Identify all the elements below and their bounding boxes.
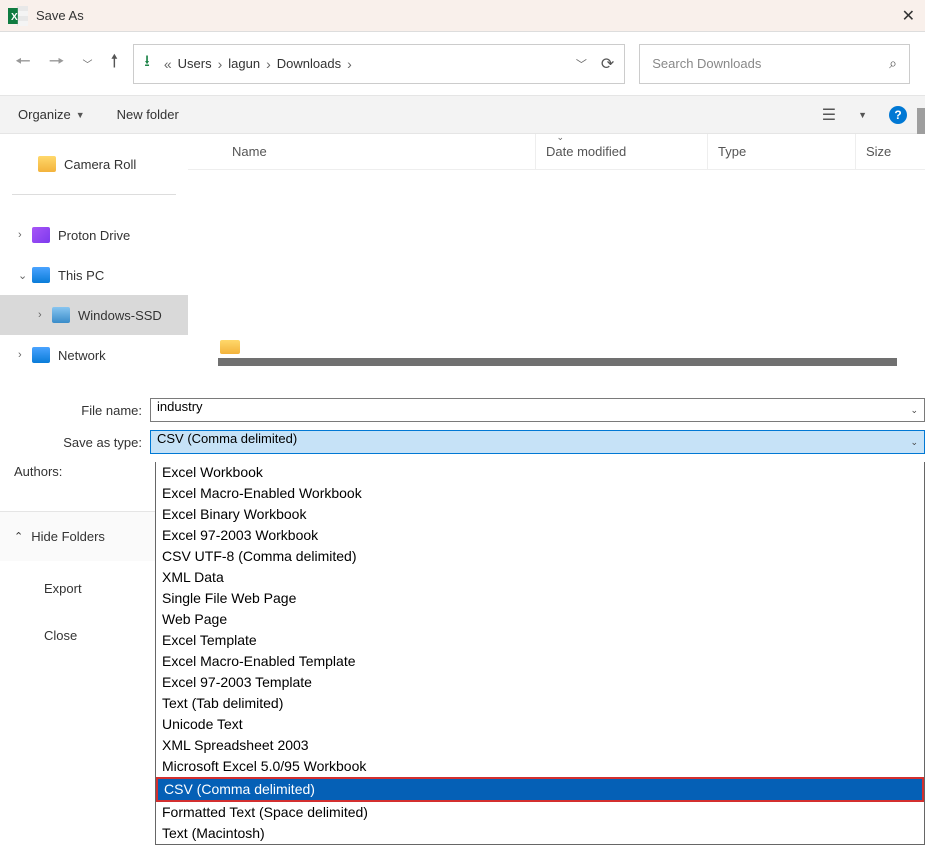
expand-icon[interactable]: › (18, 229, 32, 241)
file-type-option[interactable]: Excel Workbook (156, 462, 924, 483)
close-button[interactable]: Close (14, 628, 155, 643)
window-title: Save As (36, 8, 84, 23)
file-type-option[interactable]: Excel 97-2003 Template (156, 672, 924, 693)
proton-drive-icon (32, 227, 50, 243)
save-as-type-select[interactable]: CSV (Comma delimited) ⌄ (150, 430, 925, 454)
dropdown-icon[interactable]: ⌄ (910, 405, 918, 416)
collapse-icon[interactable]: ⌄ (18, 269, 32, 282)
hide-folders-button[interactable]: ⌃ Hide Folders (0, 511, 155, 561)
tree-item-this-pc[interactable]: ⌄ This PC (0, 255, 188, 295)
file-type-option[interactable]: CSV UTF-8 (Comma delimited) (156, 546, 924, 567)
folder-icon (38, 156, 56, 172)
view-options-icon[interactable]: ☰ (822, 105, 836, 125)
expand-icon[interactable]: › (38, 309, 52, 321)
toolbar: Organize▼ New folder ☰ ▼ ? (0, 96, 925, 134)
tree-item-windows-ssd[interactable]: › Windows-SSD (0, 295, 188, 335)
file-type-option[interactable]: Excel Template (156, 630, 924, 651)
file-type-option[interactable]: Excel Macro-Enabled Template (156, 651, 924, 672)
left-bottom-panel: Authors: ⌃ Hide Folders Export Close (0, 464, 155, 675)
up-icon[interactable]: 🠕 (111, 49, 119, 79)
export-button[interactable]: Export (14, 581, 155, 596)
column-headers: ⌄ Name Date modified Type Size (188, 134, 925, 170)
file-type-option[interactable]: Excel 97-2003 Workbook (156, 525, 924, 546)
title-bar: X Save As ✕ (0, 0, 925, 32)
help-icon[interactable]: ? (889, 106, 907, 124)
path-segment[interactable]: Downloads (277, 56, 341, 71)
chevron-up-icon: ⌃ (14, 530, 23, 543)
file-type-option[interactable]: Text (Macintosh) (156, 823, 924, 844)
file-row[interactable] (220, 340, 240, 354)
folder-icon (220, 340, 240, 354)
file-type-option[interactable]: Single File Web Page (156, 588, 924, 609)
forward-icon[interactable]: 🠖 (49, 49, 65, 79)
tree-divider (12, 194, 176, 195)
sort-indicator-icon: ⌄ (557, 132, 565, 143)
horizontal-scrollbar[interactable] (218, 358, 897, 366)
path-chevron-icon: › (266, 56, 271, 72)
file-type-option[interactable]: XML Spreadsheet 2003 (156, 735, 924, 756)
view-dropdown-icon[interactable]: ▼ (858, 110, 867, 120)
path-segment[interactable]: lagun (228, 56, 260, 71)
excel-icon: X (8, 6, 28, 26)
path-dropdown-icon[interactable]: ﹀ (576, 56, 587, 72)
organize-button[interactable]: Organize▼ (18, 107, 85, 122)
tree-item-proton-drive[interactable]: › Proton Drive (0, 215, 188, 255)
column-size[interactable]: Size (855, 134, 925, 169)
file-type-option[interactable]: CSV (Comma delimited) (156, 777, 924, 802)
path-chevron-icon: › (347, 56, 352, 72)
file-type-option[interactable]: Microsoft Excel 5.0/95 Workbook (156, 756, 924, 777)
dropdown-icon[interactable]: ⌄ (910, 437, 918, 448)
column-name[interactable]: Name (232, 144, 535, 159)
back-icon[interactable]: 🠔 (15, 49, 31, 79)
pc-icon (32, 267, 50, 283)
path-root-chevron[interactable]: « (164, 56, 172, 72)
disk-icon (52, 307, 70, 323)
svg-text:X: X (11, 12, 18, 23)
save-as-type-label: Save as type: (0, 435, 150, 450)
search-input[interactable]: Search Downloads ⌕ (639, 44, 910, 84)
nav-buttons: 🠔 🠖 ﹀ 🠕 (15, 49, 118, 79)
expand-icon[interactable]: › (18, 349, 32, 361)
folder-tree: Camera Roll › Proton Drive ⌄ This PC › W… (0, 134, 188, 382)
explorer-main: Camera Roll › Proton Drive ⌄ This PC › W… (0, 134, 925, 382)
close-icon[interactable]: ✕ (902, 6, 915, 26)
file-list: ⌄ Name Date modified Type Size (188, 134, 925, 382)
file-type-option[interactable]: Excel Binary Workbook (156, 504, 924, 525)
file-name-input[interactable]: industry ⌄ (150, 398, 925, 422)
authors-label: Authors: (14, 464, 155, 479)
column-type[interactable]: Type (707, 134, 855, 169)
downloads-folder-icon: ⭳ (144, 50, 150, 77)
search-icon: ⌕ (889, 55, 897, 72)
file-type-option[interactable]: Text (Tab delimited) (156, 693, 924, 714)
file-type-option[interactable]: XML Data (156, 567, 924, 588)
history-dropdown-icon[interactable]: ﹀ (83, 56, 93, 71)
file-type-option[interactable]: Formatted Text (Space delimited) (156, 802, 924, 823)
file-type-dropdown: Excel WorkbookExcel Macro-Enabled Workbo… (155, 462, 925, 845)
file-name-label: File name: (0, 403, 150, 418)
address-bar[interactable]: ⭳ « Users › lagun › Downloads › ﹀ ⟳ (133, 44, 625, 84)
tree-item-camera-roll[interactable]: Camera Roll (0, 144, 188, 184)
refresh-icon[interactable]: ⟳ (601, 54, 614, 74)
file-type-option[interactable]: Excel Macro-Enabled Workbook (156, 483, 924, 504)
new-folder-button[interactable]: New folder (117, 107, 179, 122)
tree-item-network[interactable]: › Network (0, 335, 188, 375)
path-chevron-icon: › (218, 56, 223, 72)
network-icon (32, 347, 50, 363)
nav-bar: 🠔 🠖 ﹀ 🠕 ⭳ « Users › lagun › Downloads › … (0, 32, 925, 96)
file-type-option[interactable]: Unicode Text (156, 714, 924, 735)
file-type-option[interactable]: Web Page (156, 609, 924, 630)
search-placeholder: Search Downloads (652, 56, 761, 71)
path-segment[interactable]: Users (178, 56, 212, 71)
